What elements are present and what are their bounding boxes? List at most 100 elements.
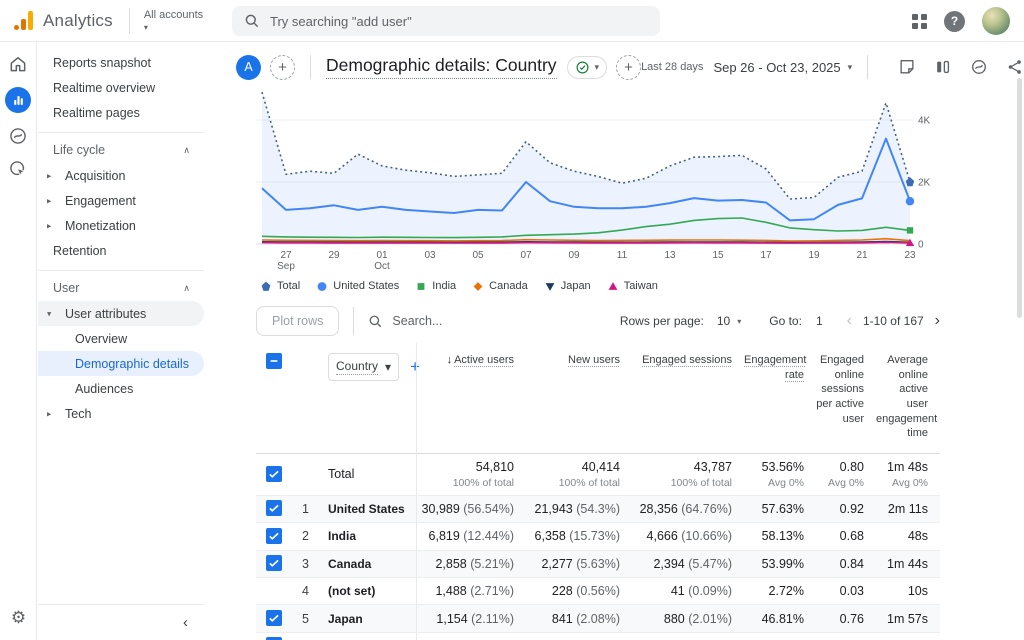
legend-item-total[interactable]: Total: [260, 280, 300, 293]
report-action-icons: [898, 58, 1024, 76]
x-axis-label: 29: [328, 250, 340, 261]
row-metric-value: 30,989 (56.54%): [416, 502, 526, 516]
sidebar-item-monetization[interactable]: ▸Monetization: [38, 213, 204, 238]
sampling-icon[interactable]: [970, 58, 988, 76]
chevron-down-icon[interactable]: ▾: [47, 308, 51, 319]
table-row-india[interactable]: 2India6,819 (12.44%)6,358 (15.73%)4,666 …: [256, 523, 940, 550]
chevron-up-icon[interactable]: ∧: [183, 145, 190, 156]
column-header-active-users[interactable]: ↓Active users: [416, 353, 526, 368]
chevron-right-icon[interactable]: ▸: [47, 170, 51, 181]
collapse-sidebar-icon[interactable]: ‹: [183, 614, 188, 631]
select-all-checkbox[interactable]: [266, 353, 282, 369]
row-metric-value: 0.03: [816, 584, 876, 598]
home-icon[interactable]: [8, 54, 28, 74]
data-table: Country▾+↓Active usersNew usersEngaged s…: [256, 343, 940, 640]
y-axis-label: 0: [918, 240, 924, 251]
row-metric-value: 6,819 (12.44%): [416, 529, 526, 543]
column-header-engaged-sessions[interactable]: Engaged sessions: [632, 353, 744, 368]
report-title[interactable]: Demographic details: Country: [326, 55, 557, 79]
plot-rows-button[interactable]: Plot rows: [256, 306, 339, 336]
chevron-up-icon[interactable]: ∧: [183, 283, 190, 294]
table-row-japan[interactable]: 5Japan1,154 (2.11%)841 (2.08%)880 (2.01%…: [256, 605, 940, 632]
sidebar-item-retention[interactable]: Retention: [38, 238, 204, 263]
row-dimension-value: Japan: [316, 612, 416, 626]
sidebar-item-realtime-pages[interactable]: Realtime pages: [38, 100, 204, 125]
x-axis-label: 07: [520, 250, 532, 261]
report-saved-status[interactable]: ▾: [567, 56, 608, 79]
header-divider: [129, 8, 130, 34]
legend-item-canada[interactable]: Canada: [472, 280, 528, 293]
timeseries-chart[interactable]: 02K4K27Sep2901Oct0305070911131517192123: [256, 88, 940, 272]
sidebar-item-audiences[interactable]: Audiences: [38, 376, 204, 401]
date-range-preset: Last 28 days: [641, 61, 703, 73]
sidebar-item-label: Realtime overview: [53, 81, 155, 95]
goto-page-label: Go to:: [769, 314, 802, 328]
sidebar-item-realtime-overview[interactable]: Realtime overview: [38, 75, 204, 100]
column-header-average-online-active-user-engagement-time[interactable]: Average online active user engagement ti…: [876, 353, 940, 441]
rows-per-page-select[interactable]: 10: [717, 314, 730, 328]
row-checkbox[interactable]: [266, 610, 282, 626]
sidebar-item-tech[interactable]: ▸Tech: [38, 401, 204, 426]
analytics-logo-icon[interactable]: [14, 11, 33, 30]
sidebar-item-user-attributes[interactable]: ▾User attributes: [38, 301, 204, 326]
legend-item-japan[interactable]: Japan: [544, 280, 591, 293]
global-search-input[interactable]: Try searching "add user": [232, 6, 660, 36]
apps-grid-icon[interactable]: [912, 14, 927, 29]
admin-gear-icon[interactable]: ⚙: [0, 608, 37, 628]
user-avatar[interactable]: [982, 7, 1010, 35]
table-row-not-set[interactable]: 4(not set)1,488 (2.71%)228 (0.56%)41 (0.…: [256, 578, 940, 605]
help-icon[interactable]: ?: [944, 11, 965, 32]
total-row-checkbox[interactable]: [266, 466, 282, 482]
chevron-right-icon[interactable]: ▸: [47, 195, 51, 206]
column-header-label: Engaged sessions: [642, 354, 732, 366]
advertising-icon[interactable]: [8, 159, 28, 179]
check-icon: [268, 502, 280, 514]
chevron-right-icon[interactable]: ▸: [47, 220, 51, 231]
goto-page-input[interactable]: 1: [816, 314, 823, 328]
caret-down-icon[interactable]: ▾: [737, 317, 741, 326]
explore-icon[interactable]: [8, 126, 28, 146]
rows-per-page-label: Rows per page:: [620, 314, 704, 328]
date-range-selector[interactable]: Sep 26 - Oct 23, 2025 ▾: [713, 60, 852, 75]
row-checkbox[interactable]: [266, 528, 282, 544]
reports-icon[interactable]: [5, 87, 31, 113]
column-header-engagement-rate[interactable]: Engagement rate: [744, 353, 816, 382]
caret-down-icon: ▾: [144, 23, 203, 32]
account-selector[interactable]: All accounts ▾: [144, 9, 203, 32]
end-marker-india: [907, 227, 913, 233]
dimension-select[interactable]: Country▾: [328, 353, 399, 381]
table-row-canada[interactable]: 3Canada2,858 (5.21%)2,277 (5.63%)2,394 (…: [256, 551, 940, 578]
table-search-input[interactable]: Search...: [368, 314, 442, 329]
sidebar-section-user[interactable]: User∧: [38, 270, 204, 301]
share-icon[interactable]: [1006, 58, 1024, 76]
vertical-scrollbar[interactable]: [1017, 78, 1022, 318]
row-checkbox[interactable]: [266, 500, 282, 516]
column-header-new-users[interactable]: New users: [526, 353, 632, 368]
sidebar-nav: Reports snapshot Realtime overview Realtim…: [38, 42, 204, 604]
add-tab-button[interactable]: +: [616, 55, 641, 80]
legend-item-india[interactable]: India: [415, 280, 456, 293]
table-row-taiwan[interactable]: 6Taiwan944 (1.72%)750 (1.86%)896 (2.05%)…: [256, 633, 940, 640]
sidebar-item-reports-snapshot[interactable]: Reports snapshot: [38, 50, 204, 75]
previous-page-icon[interactable]: ‹: [847, 312, 852, 330]
add-report-button[interactable]: +: [270, 55, 295, 80]
legend-item-taiwan[interactable]: Taiwan: [607, 280, 658, 293]
chevron-right-icon[interactable]: ▸: [47, 408, 51, 419]
workspace-badge[interactable]: A: [236, 55, 261, 80]
column-header-engaged-online-sessions-per-active-user[interactable]: Engaged online sessions per active user: [816, 353, 876, 426]
notes-icon[interactable]: [898, 58, 916, 76]
sidebar-item-engagement[interactable]: ▸Engagement: [38, 188, 204, 213]
legend-item-united-states[interactable]: United States: [316, 280, 399, 293]
comparison-icon[interactable]: [934, 58, 952, 76]
search-icon: [368, 314, 383, 329]
row-dimension-value: Canada: [316, 557, 416, 571]
row-checkbox[interactable]: [266, 555, 282, 571]
sidebar-section-life-cycle[interactable]: Life cycle∧: [38, 132, 204, 163]
sidebar-item-demographic-details[interactable]: Demographic details: [38, 351, 204, 376]
next-page-icon[interactable]: ›: [935, 312, 940, 330]
sidebar-item-overview[interactable]: Overview: [38, 326, 204, 351]
row-rank: 3: [292, 557, 316, 571]
table-row-united-states[interactable]: 1United States30,989 (56.54%)21,943 (54.…: [256, 496, 940, 523]
row-metric-value: 58.13%: [744, 529, 816, 543]
sidebar-item-acquisition[interactable]: ▸Acquisition: [38, 163, 204, 188]
